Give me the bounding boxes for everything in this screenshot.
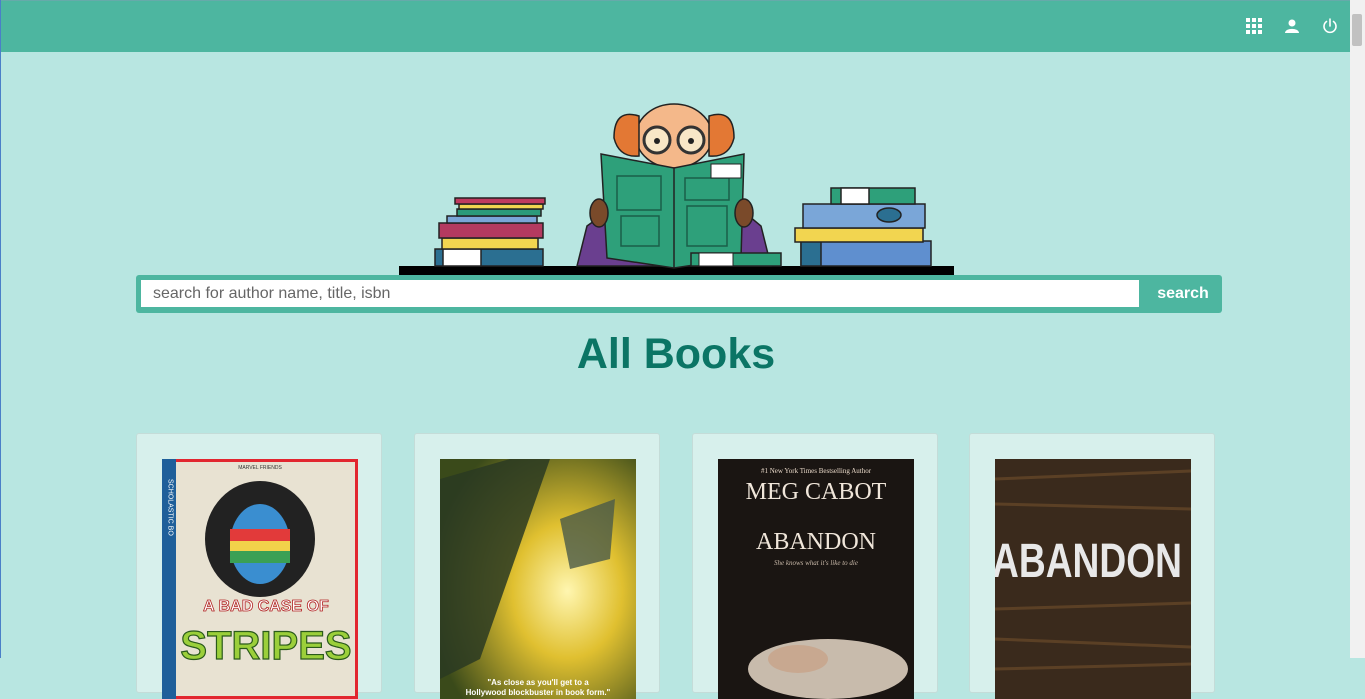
book-cover-image[interactable]: ABANDON <box>995 459 1191 699</box>
reading-dog-illustration <box>399 103 954 275</box>
power-icon[interactable] <box>1321 14 1339 38</box>
cover-quote-line2: Hollywood blockbuster in book form." <box>466 688 611 697</box>
book-card[interactable]: #1 New York Times Bestselling Author MEG… <box>692 433 938 699</box>
book-cover-image[interactable]: #1 New York Times Bestselling Author MEG… <box>718 459 914 699</box>
book-cover-image[interactable]: "As close as you'll get to a Hollywood b… <box>440 459 636 699</box>
book-card[interactable]: MARVEL FRIENDS SCHOLASTIC BO A BAD CASE … <box>136 433 382 699</box>
page-title: All Books <box>576 330 776 378</box>
cover-series-text: MARVEL FRIENDS <box>238 465 282 471</box>
book-cover-image[interactable]: MARVEL FRIENDS SCHOLASTIC BO A BAD CASE … <box>162 459 358 699</box>
cover-author: MEG CABOT <box>746 479 887 505</box>
page-scrollbar[interactable] <box>1350 0 1365 658</box>
cover-quote-line1: "As close as you'll get to a <box>487 678 589 687</box>
scrollbar-thumb[interactable] <box>1352 14 1362 46</box>
user-icon[interactable] <box>1283 14 1301 38</box>
cover-title-line2: STRIPES <box>180 624 351 668</box>
cover-title-line1: A BAD CASE OF <box>203 598 329 615</box>
search-button[interactable]: search <box>1144 275 1222 313</box>
search-input[interactable] <box>141 280 1139 307</box>
cover-subtitle: She knows what it's like to die <box>774 559 858 567</box>
book-card[interactable]: ABANDON <box>969 433 1215 699</box>
cover-tagline: #1 New York Times Bestselling Author <box>761 467 872 475</box>
top-navbar <box>1 0 1351 52</box>
cover-side-text: SCHOLASTIC BO <box>167 479 174 536</box>
book-grid: MARVEL FRIENDS SCHOLASTIC BO A BAD CASE … <box>136 433 1222 699</box>
book-card[interactable]: "As close as you'll get to a Hollywood b… <box>414 433 660 699</box>
cover-title: ABANDON <box>995 535 1182 588</box>
search-bar: search <box>136 275 1222 313</box>
cover-title: ABANDON <box>756 529 876 555</box>
apps-grid-icon[interactable] <box>1245 14 1263 38</box>
